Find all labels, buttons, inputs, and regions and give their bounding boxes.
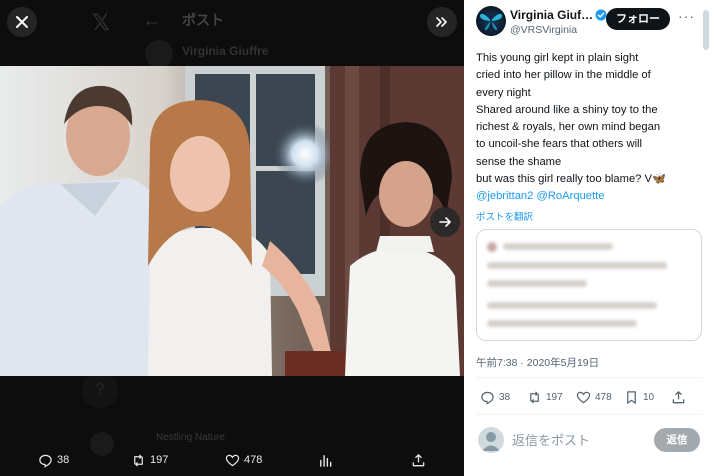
media-repost-button[interactable]: 197 (131, 453, 168, 468)
reply-submit-button[interactable]: 返信 (654, 428, 700, 452)
tweet-mentions-line: @jebrittan2 @RoArquette (476, 188, 698, 205)
mention-link[interactable]: @jebrittan2 (476, 190, 533, 202)
like-icon (576, 391, 591, 404)
collapse-panel-button[interactable] (427, 7, 457, 37)
like-button[interactable]: 478 (576, 390, 612, 405)
media-viewer: 𝕏 ← ポスト Virginia Giuffre ? Nestling Natu… (0, 0, 464, 476)
blurred-line (503, 243, 613, 250)
mention-link[interactable]: @RoArquette (537, 190, 605, 202)
repost-icon (134, 453, 143, 467)
tweet-line: This young girl kept in plain sight (476, 52, 639, 64)
tweet-line: cried into her pillow in the middle of (476, 69, 651, 82)
reply-button[interactable]: 38 (480, 390, 510, 405)
media-repost-count: 197 (150, 454, 169, 466)
media-reply-count: 38 (57, 454, 70, 466)
tweet-author[interactable]: Virginia Giuf… @VRSVirginia (476, 6, 607, 36)
reply-composer: 返信 (476, 424, 702, 456)
repost-button[interactable]: 197 (527, 390, 563, 405)
media-share-button[interactable] (411, 453, 426, 468)
reply-icon (481, 391, 494, 405)
tweet-panel: Virginia Giuf… @VRSVirginia フォロー ··· Thi… (464, 0, 714, 476)
tweet-line: to uncoil-she fears that others will (476, 138, 643, 151)
engagement-bar: 38 197 478 10 (476, 387, 702, 409)
bookmark-icon (627, 391, 636, 404)
post-timestamp[interactable]: 午前7:38 · 2020年5月19日 (476, 355, 599, 370)
collapse-icon (436, 17, 447, 27)
background-author-name: Virginia Giuffre (182, 44, 269, 58)
display-name-text: Virginia Giuf… (510, 8, 594, 22)
repost-count: 197 (546, 392, 563, 403)
media-like-button[interactable]: 478 (225, 453, 262, 468)
close-button[interactable] (7, 7, 37, 37)
translate-post-link[interactable]: ポストを翻訳 (476, 209, 533, 223)
bookmark-button[interactable]: 10 (624, 390, 654, 405)
avatar[interactable] (476, 6, 506, 36)
blurred-line (487, 280, 587, 287)
analytics-icon (320, 454, 332, 467)
blurred-line (487, 262, 667, 269)
reply-input[interactable] (512, 428, 636, 452)
media-action-bar: 38 197 478 (0, 448, 464, 472)
next-arrow-icon (439, 217, 451, 227)
butterfly-avatar-image (479, 13, 503, 31)
bookmark-count: 10 (643, 392, 655, 403)
back-arrow-icon: ← (143, 10, 161, 30)
more-options-button[interactable]: ··· (678, 8, 695, 24)
tweet-line: every night (476, 86, 531, 99)
scrollbar[interactable] (703, 10, 709, 50)
help-icon: ? (82, 372, 118, 408)
tweet-text: This young girl kept in plain sight crie… (476, 50, 698, 206)
reply-icon (39, 454, 52, 468)
like-count: 478 (595, 392, 612, 403)
follow-button[interactable]: フォロー (606, 8, 670, 30)
repost-icon (530, 391, 539, 404)
background-reply-name: Nestling Nature (156, 432, 225, 443)
quoted-post-blurred[interactable] (476, 229, 702, 341)
blurred-line (487, 320, 637, 327)
like-icon (225, 454, 240, 466)
tweet-line: richest & royals, her own mind began (476, 121, 661, 134)
blurred-avatar (487, 242, 497, 252)
tweet-line: sense the shame (476, 155, 562, 168)
media-like-count: 478 (244, 454, 263, 466)
next-image-button[interactable] (430, 207, 460, 237)
media-reply-button[interactable]: 38 (38, 453, 69, 468)
share-icon (412, 453, 425, 466)
blurred-line (487, 302, 657, 309)
reply-count: 38 (499, 392, 511, 403)
default-avatar-icon (482, 432, 500, 451)
background-avatar (145, 40, 173, 68)
background-title: ポスト (182, 12, 224, 28)
photo-illustration (0, 66, 464, 376)
tweet-line: but was this girl really too blame? V🦋 (476, 173, 666, 186)
app: 𝕏 ← ポスト Virginia Giuffre ? Nestling Natu… (0, 0, 714, 476)
tweet-line: Shared around like a shiny toy to the (476, 103, 658, 116)
divider (476, 377, 702, 378)
tweet-photo[interactable] (0, 66, 464, 376)
close-icon (16, 16, 28, 28)
share-button[interactable] (671, 390, 686, 405)
user-avatar (478, 427, 504, 453)
media-analytics-button[interactable] (318, 453, 333, 468)
divider (476, 414, 702, 415)
x-logo: 𝕏 (92, 10, 110, 35)
share-icon (672, 391, 685, 404)
